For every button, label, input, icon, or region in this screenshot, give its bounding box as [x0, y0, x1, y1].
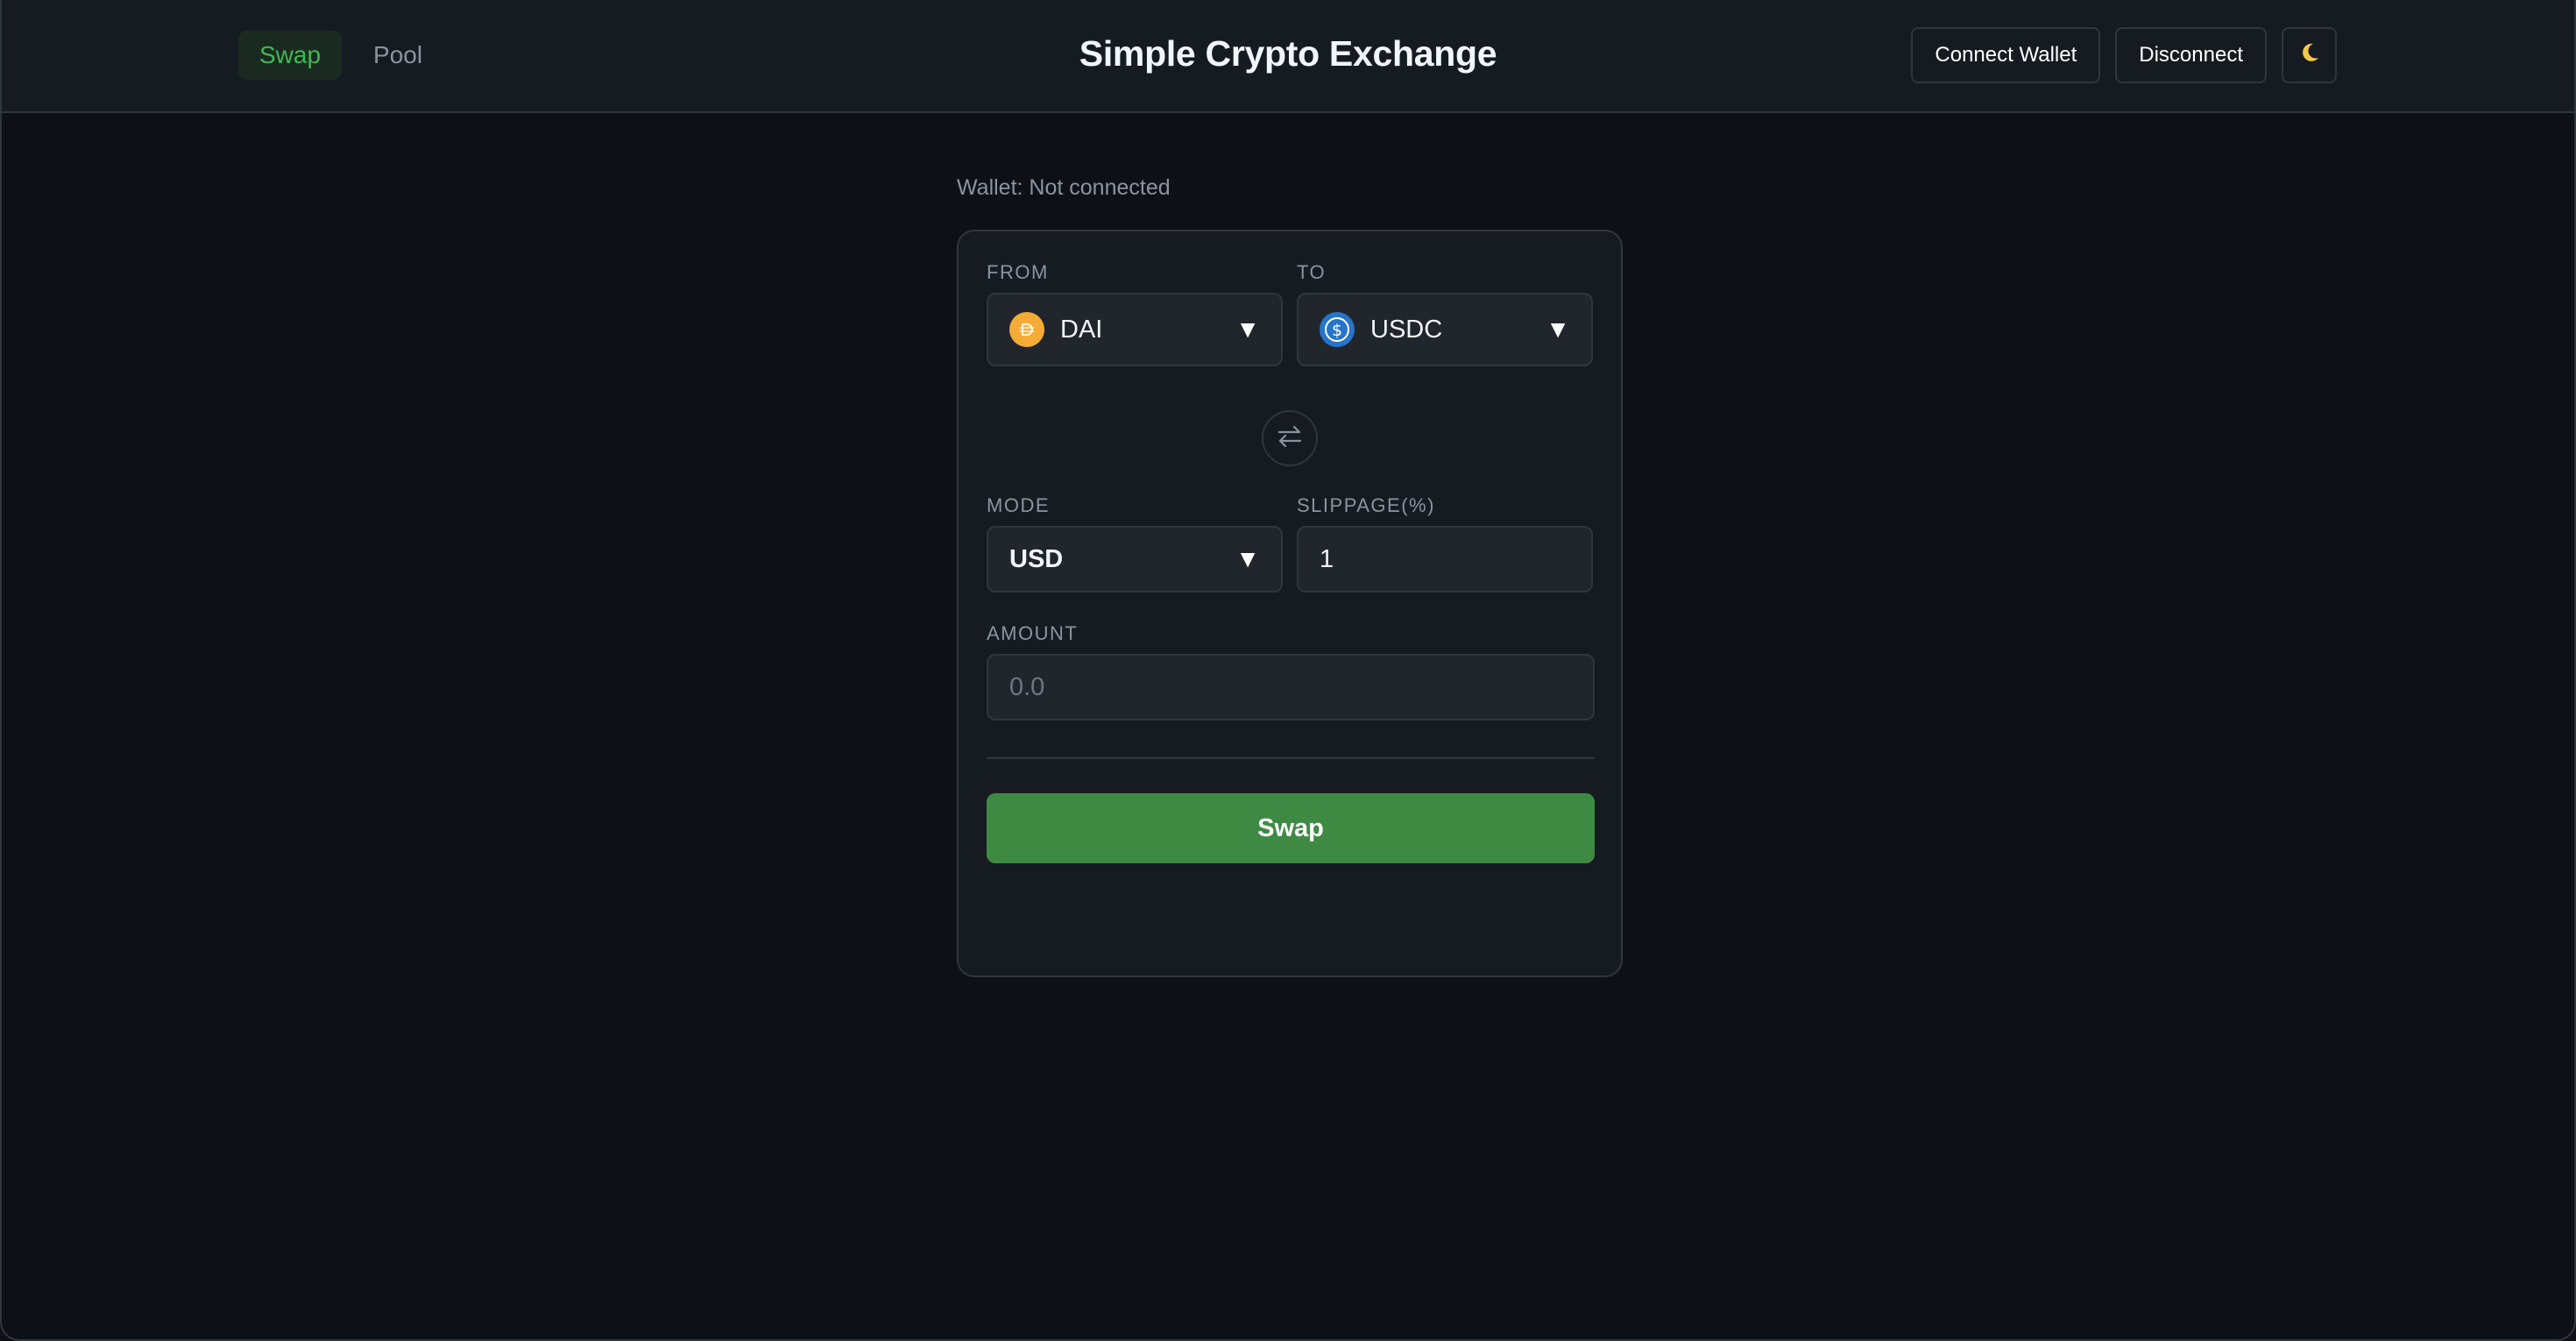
- swap-submit-button[interactable]: Swap: [987, 793, 1595, 863]
- dai-coin-icon: [1009, 312, 1044, 347]
- usdc-coin-icon: $: [1320, 312, 1355, 347]
- mode-select[interactable]: USD ▼: [987, 526, 1283, 592]
- connect-wallet-button[interactable]: Connect Wallet: [1911, 27, 2101, 83]
- from-token-select[interactable]: DAI ▼: [987, 293, 1283, 366]
- amount-label: AMOUNT: [987, 622, 1079, 644]
- mode-value: USD: [1009, 544, 1064, 573]
- chevron-down-icon: ▼: [1235, 316, 1260, 343]
- app-window: Swap Pool Simple Crypto Exchange Connect…: [0, 0, 2576, 1341]
- disconnect-button[interactable]: Disconnect: [2115, 27, 2267, 83]
- amount-input[interactable]: 0.0: [987, 654, 1595, 720]
- divider: [987, 757, 1595, 759]
- to-token-select[interactable]: $ USDC ▼: [1297, 293, 1593, 366]
- top-nav-bar: Swap Pool Simple Crypto Exchange Connect…: [2, 0, 2574, 113]
- switch-tokens-button[interactable]: [1262, 410, 1318, 466]
- chevron-down-icon: ▼: [1546, 316, 1570, 343]
- theme-toggle-button[interactable]: [2282, 27, 2337, 83]
- moon-icon: [2298, 41, 2321, 70]
- header-actions: Connect Wallet Disconnect: [1911, 27, 2337, 83]
- slippage-input[interactable]: 1: [1297, 526, 1593, 592]
- chevron-down-icon: ▼: [1235, 545, 1260, 572]
- to-token-value: USDC: [1370, 315, 1443, 344]
- slippage-label: SLIPPAGE(%): [1297, 494, 1435, 516]
- from-label: FROM: [987, 261, 1049, 283]
- to-label: TO: [1297, 261, 1327, 283]
- wallet-status: Wallet: Not connected: [957, 175, 1171, 200]
- swap-card: FROM DAI ▼ TO $ USDC ▼ MODE USD ▼ SLIPPA…: [957, 230, 1623, 977]
- from-token-value: DAI: [1060, 315, 1103, 344]
- mode-label: MODE: [987, 494, 1050, 516]
- swap-arrows-icon: [1275, 422, 1305, 456]
- svg-text:$: $: [1332, 321, 1342, 340]
